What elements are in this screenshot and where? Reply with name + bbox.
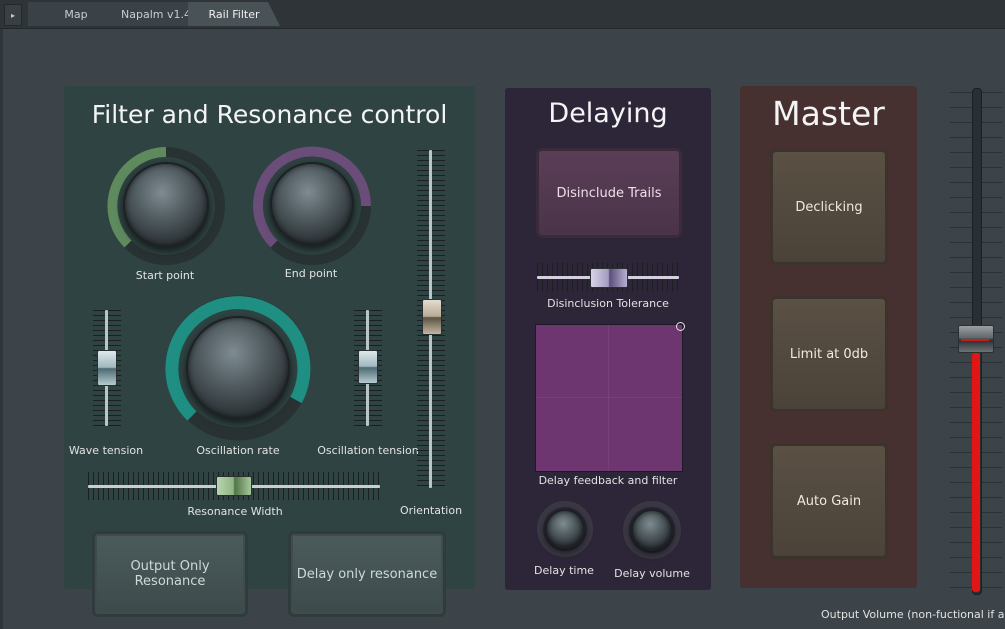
disinclude-trails-button[interactable]: Disinclude Trails <box>536 148 682 238</box>
output-volume-level-bar <box>972 352 980 592</box>
delay-only-resonance-label: Delay only resonance <box>296 566 438 582</box>
delay-time-label: Delay time <box>534 564 594 577</box>
tab-menu-arrow-icon[interactable]: ▸ <box>4 4 22 26</box>
resonance-width-label: Resonance Width <box>187 505 283 518</box>
delay-volume-label: Delay volume <box>614 567 690 580</box>
start-point-knob[interactable] <box>123 162 209 248</box>
oscillation-rate-knob[interactable] <box>186 316 290 420</box>
delay-only-resonance-button[interactable]: Delay only resonance <box>288 531 446 617</box>
filter-panel-title: Filter and Resonance control <box>91 100 448 129</box>
wave-tension-fader-thumb[interactable] <box>97 350 117 386</box>
wave-tension-label: Wave tension <box>68 444 144 457</box>
end-point-label: End point <box>284 267 338 280</box>
auto-gain-label: Auto Gain <box>796 493 862 509</box>
resonance-width-fader-thumb[interactable] <box>216 476 252 496</box>
left-border <box>0 29 3 629</box>
disinclusion-tolerance-fader-thumb[interactable] <box>590 268 628 288</box>
orientation-fader-thumb[interactable] <box>422 299 442 335</box>
delay-feedback-xy-pad[interactable] <box>535 322 685 472</box>
output-only-resonance-label: Output Only Resonance <box>130 559 210 589</box>
xy-pad-handle[interactable] <box>676 322 685 331</box>
tab-label: Map <box>64 7 88 21</box>
output-only-resonance-button[interactable]: Output Only Resonance <box>92 531 248 617</box>
xy-pad-grid-v <box>608 325 609 471</box>
end-point-knob[interactable] <box>270 162 354 246</box>
declicking-label: Declicking <box>795 199 863 215</box>
delay-volume-knob[interactable] <box>631 509 673 551</box>
limit-0db-label: Limit at 0db <box>789 346 869 362</box>
oscillation-tension-fader-thumb[interactable] <box>358 350 378 384</box>
delay-feedback-label: Delay feedback and filter <box>538 474 678 487</box>
output-volume-fader-thumb[interactable] <box>958 325 994 353</box>
oscillation-tension-label: Oscillation tension <box>317 444 419 457</box>
delay-time-knob[interactable] <box>545 509 585 549</box>
declicking-button[interactable]: Declicking <box>770 149 888 265</box>
output-volume-label: Output Volume (non-fuctional if aut <box>821 608 1005 621</box>
start-point-label: Start point <box>135 269 195 282</box>
tab-label: Rail Filter <box>208 7 260 21</box>
auto-gain-button[interactable]: Auto Gain <box>770 443 888 559</box>
limit-0db-button[interactable]: Limit at 0db <box>770 296 888 412</box>
tab-label: Napalm v1.4 <box>121 7 191 21</box>
master-panel-title: Master <box>772 94 885 133</box>
oscillation-rate-label: Oscillation rate <box>196 444 280 457</box>
disinclude-trails-label: Disinclude Trails <box>556 185 662 201</box>
disinclusion-tolerance-label: Disinclusion Tolerance <box>547 297 669 310</box>
orientation-label: Orientation <box>399 504 463 517</box>
delay-panel-title: Delaying <box>548 98 668 129</box>
xy-pad-grid-h <box>536 397 682 398</box>
output-volume-thumb-marker <box>961 339 989 341</box>
tab-rail-filter[interactable]: Rail Filter <box>188 2 280 26</box>
